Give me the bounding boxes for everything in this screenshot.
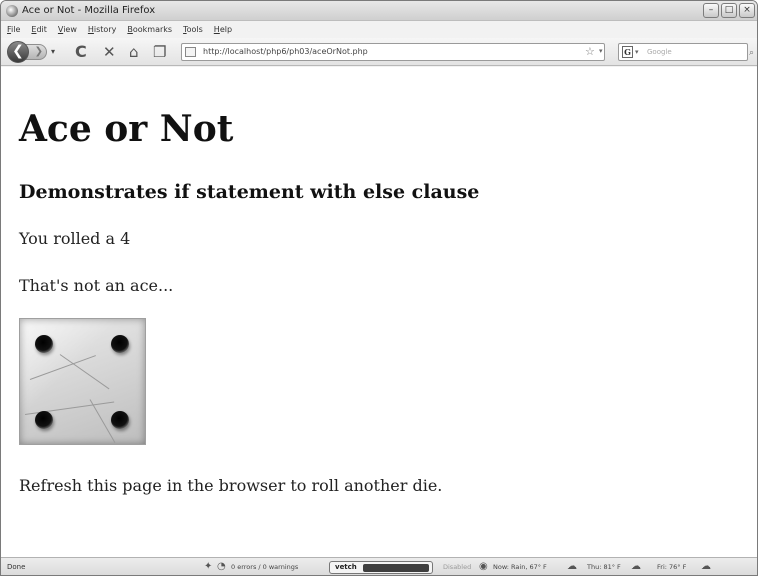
google-icon[interactable]: G (622, 46, 633, 58)
weather-friday[interactable]: Fri: 76° F (657, 563, 686, 571)
search-input[interactable]: Google (647, 48, 672, 56)
die-pip (35, 411, 53, 429)
page-subtitle: Demonstrates if statement with else clau… (19, 181, 480, 203)
menu-edit[interactable]: Edit (31, 25, 47, 34)
error-count[interactable]: 0 errors / 0 warnings (231, 563, 298, 571)
firefox-icon (6, 4, 18, 17)
cloud-icon: ☁ (701, 561, 711, 572)
die-image (19, 318, 146, 445)
reload-icon[interactable]: C (75, 43, 87, 61)
back-arrow-icon: ❮ (12, 43, 24, 59)
page-title: Ace or Not (19, 108, 234, 150)
die-pip (35, 335, 53, 353)
menu-history[interactable]: History (88, 25, 116, 34)
menu-view[interactable]: View (58, 25, 77, 34)
status-text: Done (7, 563, 26, 571)
browser-window: Ace or Not - Mozilla Firefox – □ × File … (0, 0, 758, 576)
star-icon[interactable]: ☆ (585, 45, 595, 58)
menu-bookmarks[interactable]: Bookmarks (127, 25, 172, 34)
url-dropdown-icon[interactable]: ▾ (599, 47, 603, 55)
vetch-label: vetch (335, 563, 357, 571)
home-icon[interactable]: ⌂ (129, 43, 139, 61)
menu-file[interactable]: File (7, 25, 20, 34)
cloud-icon: ☁ (631, 561, 641, 572)
cloud-rain-icon: ☁ (567, 561, 577, 572)
maximize-button[interactable]: □ (721, 3, 737, 18)
error-console-icon[interactable]: ◔ (217, 561, 226, 573)
roll-result-text: You rolled a 4 (19, 229, 131, 248)
menu-help[interactable]: Help (214, 25, 232, 34)
die-pip (111, 411, 129, 429)
url-text[interactable]: http://localhost/php6/ph03/aceOrNot.php (203, 47, 368, 56)
navigation-toolbar: ❯ ❮ ▾ C ✕ ⌂ ❐ http://localhost/php6/ph03… (1, 38, 757, 66)
window-title: Ace or Not - Mozilla Firefox (22, 5, 156, 16)
page-favicon-icon (185, 47, 196, 57)
search-bar[interactable]: G ▾ Google (618, 43, 748, 61)
disabled-status[interactable]: Disabled (443, 563, 471, 571)
search-icon[interactable]: ⌕ (749, 48, 754, 58)
stop-icon[interactable]: ✕ (103, 43, 116, 61)
search-engine-dropdown-icon[interactable]: ▾ (635, 48, 639, 56)
vetch-meter (363, 564, 429, 572)
window-controls: – □ × (703, 3, 755, 18)
forward-arrow-icon: ❯ (34, 46, 43, 57)
page-content: Ace or Not Demonstrates if statement wit… (1, 67, 757, 557)
history-dropdown-icon[interactable]: ▾ (51, 47, 55, 56)
status-bar: Done ✦ ◔ 0 errors / 0 warnings vetch Dis… (1, 557, 757, 575)
close-button[interactable]: × (739, 3, 755, 18)
minimize-button[interactable]: – (703, 3, 719, 18)
plugin-icon[interactable]: ✦ (204, 561, 212, 573)
marble-vein (29, 355, 96, 380)
weather-now[interactable]: Now: Rain, 67° F (493, 563, 547, 571)
bookmark-page-icon[interactable]: ❐ (153, 43, 166, 61)
url-bar[interactable]: http://localhost/php6/ph03/aceOrNot.php (181, 43, 605, 61)
ace-result-text: That's not an ace... (19, 276, 174, 295)
weather-icon: ◉ (479, 561, 488, 572)
die-pip (111, 335, 129, 353)
title-bar: Ace or Not - Mozilla Firefox – □ × (1, 1, 757, 21)
refresh-instruction-text: Refresh this page in the browser to roll… (19, 476, 443, 495)
menu-bar: File Edit View History Bookmarks Tools H… (1, 22, 757, 37)
back-button[interactable]: ❮ (7, 41, 29, 63)
vetch-widget[interactable]: vetch (329, 561, 433, 574)
menu-tools[interactable]: Tools (183, 25, 203, 34)
weather-thursday[interactable]: Thu: 81° F (587, 563, 621, 571)
